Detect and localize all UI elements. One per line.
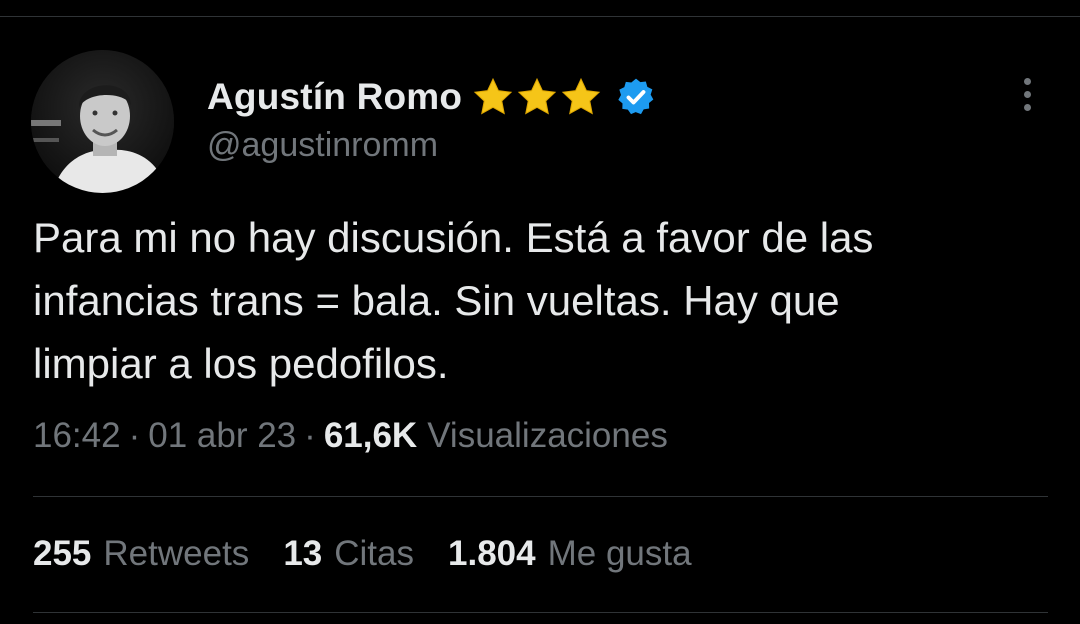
avatar-photo: [31, 50, 174, 193]
badge-stars: [472, 76, 602, 118]
retweets-count: 255: [33, 534, 92, 573]
tweet-meta: 16:42 · 01 abr 23 · 61,6K Visualizacione…: [33, 416, 668, 456]
tweet-stats: 255 Retweets 13 Citas 1.804 Me gusta: [33, 534, 726, 574]
star-icon: [562, 77, 601, 115]
views-label[interactable]: Visualizaciones: [427, 416, 668, 456]
author-name-row: Agustín Romo: [207, 72, 656, 122]
divider: [33, 612, 1048, 613]
tweet-text-line: infancias trans = bala. Sin vueltas. Hay…: [33, 277, 840, 324]
quotes-label: Citas: [334, 534, 414, 573]
retweets-label: Retweets: [103, 534, 250, 573]
star-icon: [518, 77, 557, 115]
retweets-stat[interactable]: 255 Retweets: [33, 534, 249, 574]
tweet-time[interactable]: 16:42: [33, 416, 121, 456]
more-dot: [1023, 77, 1031, 85]
star-icon: [474, 77, 513, 115]
author-handle[interactable]: @agustinromm: [207, 126, 438, 165]
likes-count: 1.804: [448, 534, 536, 573]
meta-separator: ·: [304, 416, 316, 455]
divider: [33, 496, 1048, 497]
tweet-text: Para mi no hay discusión. Está a favor d…: [33, 206, 1053, 395]
views-count[interactable]: 61,6K: [324, 416, 417, 456]
likes-label: Me gusta: [547, 534, 692, 573]
meta-separator: ·: [128, 416, 141, 455]
quotes-count: 13: [283, 534, 323, 573]
more-dot: [1023, 103, 1031, 111]
verified-badge-icon[interactable]: [616, 77, 656, 117]
quotes-stat[interactable]: 13 Citas: [283, 534, 414, 574]
top-divider: [0, 16, 1080, 17]
tweet-text-line: limpiar a los pedofilos.: [33, 340, 449, 387]
avatar[interactable]: [31, 50, 174, 193]
author-display-name[interactable]: Agustín Romo: [207, 76, 462, 118]
tweet-date[interactable]: 01 abr 23: [148, 416, 296, 456]
more-dot: [1023, 90, 1031, 98]
more-options-icon[interactable]: [1012, 72, 1042, 116]
likes-stat[interactable]: 1.804 Me gusta: [448, 534, 692, 574]
tweet-text-line: Para mi no hay discusión. Está a favor d…: [33, 214, 874, 261]
